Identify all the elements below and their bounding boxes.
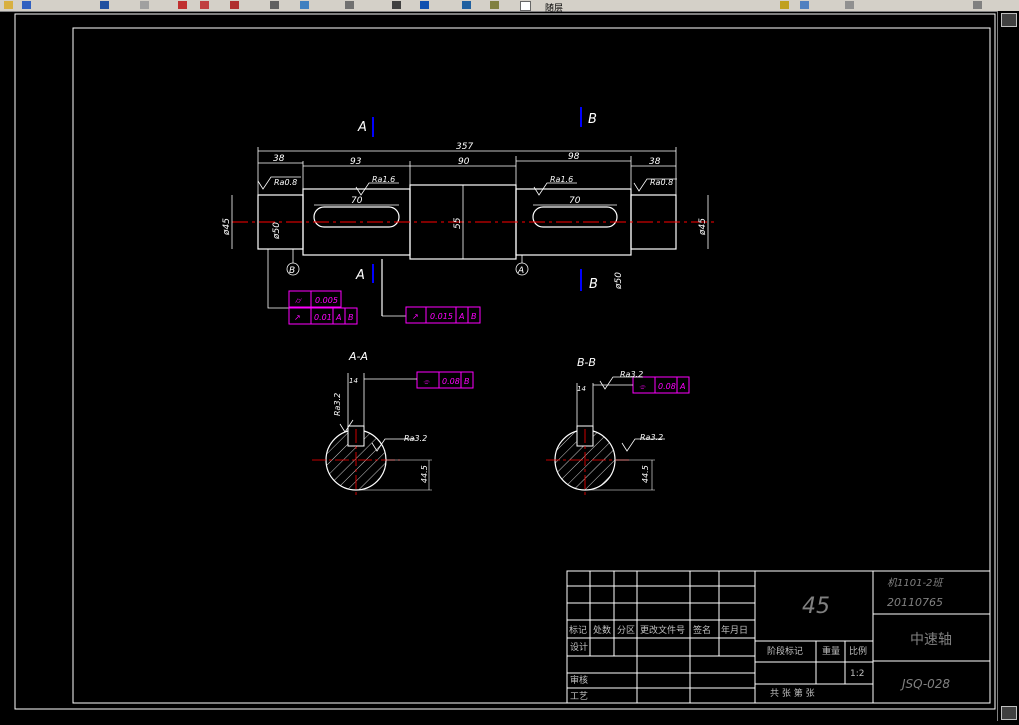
- tol-runout-mid-ref2: B: [471, 312, 477, 321]
- layer-icon[interactable]: [300, 1, 309, 9]
- properties-icon[interactable]: [230, 1, 239, 9]
- tb-header-change: 更改文件号: [640, 624, 685, 636]
- sun-icon[interactable]: [462, 1, 471, 9]
- ra-bb-outer: Ra3.2: [640, 433, 663, 442]
- drawing-canvas[interactable]: A B A B 357 38 93 90 98 38 70 70 55 ø45 …: [0, 11, 1019, 721]
- open-icon[interactable]: [4, 1, 13, 9]
- tol-runout-mid-symbol: ↗: [412, 312, 419, 321]
- right-toolbar: [997, 11, 1019, 721]
- tb-sheets: 共 张 第 张: [770, 687, 815, 699]
- tb-weight: 重量: [822, 645, 840, 657]
- section-mark-b-top: B: [588, 112, 597, 127]
- section-mark-b-bottom: B: [589, 277, 598, 292]
- datum-left-label: B: [289, 266, 295, 276]
- datum-right-label: A: [517, 266, 524, 276]
- tb-class-id: 机1101-2班: [887, 577, 944, 589]
- dim-left-seat-dia: ø50: [272, 222, 282, 240]
- tol-sym-bb-symbol: ⌯: [639, 382, 646, 391]
- tb-header-date: 年月日: [721, 624, 748, 636]
- tol-runout-mid-value: 0.015: [430, 312, 453, 321]
- section-mark-a-bottom: A: [355, 268, 365, 283]
- settings-icon[interactable]: [780, 1, 789, 9]
- tb-scale-value: 1:2: [850, 669, 864, 679]
- tb-design: 设计: [570, 641, 588, 653]
- tb-review: 审核: [570, 674, 588, 686]
- save-icon[interactable]: [22, 1, 31, 9]
- dim-total-length: 357: [456, 142, 473, 152]
- section-aa-depth: 44.5: [420, 465, 429, 483]
- tol-cyl-symbol: ⌭: [295, 296, 302, 305]
- dim-right-seat-dia: ø50: [614, 272, 624, 290]
- tol-sym-bb-value: 0.08: [658, 382, 676, 391]
- zoom-window-icon[interactable]: [178, 1, 187, 9]
- dim-middle-dia: 55: [453, 217, 463, 229]
- tol-runout-mid-ref1: A: [458, 312, 464, 321]
- color-icon[interactable]: [520, 1, 531, 11]
- bulb-icon[interactable]: [420, 1, 429, 9]
- dim-left-step: 38: [273, 154, 285, 164]
- dim-middle: 90: [458, 157, 470, 167]
- dim-left-key-section: 93: [350, 157, 362, 167]
- tol-sym-aa-value: 0.08: [442, 377, 460, 386]
- close-icon[interactable]: [973, 1, 982, 9]
- help-icon[interactable]: [392, 1, 401, 9]
- ra-left-keyseat: Ra1.6: [372, 175, 395, 184]
- palette-icon[interactable]: [1001, 706, 1017, 720]
- zoom-previous-icon[interactable]: [200, 1, 209, 9]
- section-aa-key-width: 14: [349, 377, 358, 385]
- section-mark-a-top: A: [357, 120, 367, 135]
- tb-part-name: 中速轴: [910, 632, 952, 648]
- tb-student-no: 20110765: [887, 596, 943, 609]
- gear-icon[interactable]: [845, 1, 854, 9]
- text-style-icon[interactable]: [270, 1, 279, 9]
- tb-header-count: 处数: [593, 624, 611, 636]
- tol-sym-bb-ref: A: [679, 382, 685, 391]
- section-bb-title: B-B: [577, 356, 596, 369]
- properties-panel-icon[interactable]: [800, 1, 809, 9]
- zoom-icon[interactable]: [140, 1, 149, 9]
- ra-aa-outer: Ra3.2: [404, 434, 427, 443]
- ra-aa-left: Ra3.2: [333, 393, 342, 416]
- tb-header-sign: 签名: [693, 624, 711, 636]
- roughness-symbols: [257, 176, 677, 196]
- tb-header-mark: 标记: [569, 624, 587, 636]
- ra-bb-keyway: Ra3.2: [620, 370, 643, 379]
- dim-left-keyway: 70: [351, 196, 363, 206]
- tol-runout-left-ref2: B: [348, 313, 354, 322]
- tol-cyl-value: 0.005: [315, 296, 338, 305]
- section-markers: [372, 107, 582, 291]
- tol-sym-aa-symbol: ⌯: [423, 377, 430, 386]
- dim-right-keyway: 70: [569, 196, 581, 206]
- layer-name-label[interactable]: 随层: [545, 1, 605, 13]
- tb-process: 工艺: [570, 691, 588, 702]
- tb-material: 45: [802, 594, 830, 619]
- section-bb-key-width: 14: [577, 385, 586, 393]
- pan-icon[interactable]: [100, 1, 109, 9]
- dim-left-end-dia: ø45: [222, 218, 232, 236]
- tol-runout-left-value: 0.01: [314, 313, 332, 322]
- tb-stage-mark: 阶段标记: [767, 645, 803, 657]
- dim-right-key-section: 98: [568, 152, 580, 162]
- dim-right-step: 38: [649, 157, 661, 167]
- tol-runout-left-ref1: A: [335, 313, 341, 322]
- ra-right-keyseat: Ra1.6: [550, 175, 573, 184]
- ra-right-end: Ra0.8: [650, 178, 673, 187]
- table-icon[interactable]: [345, 1, 354, 9]
- dim-right-end-dia: ø45: [698, 218, 708, 236]
- ra-left-end: Ra0.8: [274, 178, 297, 187]
- tb-scale: 比例: [849, 645, 867, 657]
- section-aa-title: A-A: [348, 350, 368, 363]
- tb-header-zone: 分区: [617, 625, 635, 636]
- lock-icon[interactable]: [490, 1, 499, 9]
- section-bb-depth: 44.5: [641, 465, 650, 483]
- tol-sym-aa-ref: B: [464, 377, 470, 386]
- drawing-frame: [14, 13, 996, 710]
- tb-drawing-no: JSQ-028: [900, 677, 950, 691]
- panel-icon[interactable]: [1001, 13, 1017, 27]
- tol-runout-left-symbol: ↗: [294, 313, 301, 322]
